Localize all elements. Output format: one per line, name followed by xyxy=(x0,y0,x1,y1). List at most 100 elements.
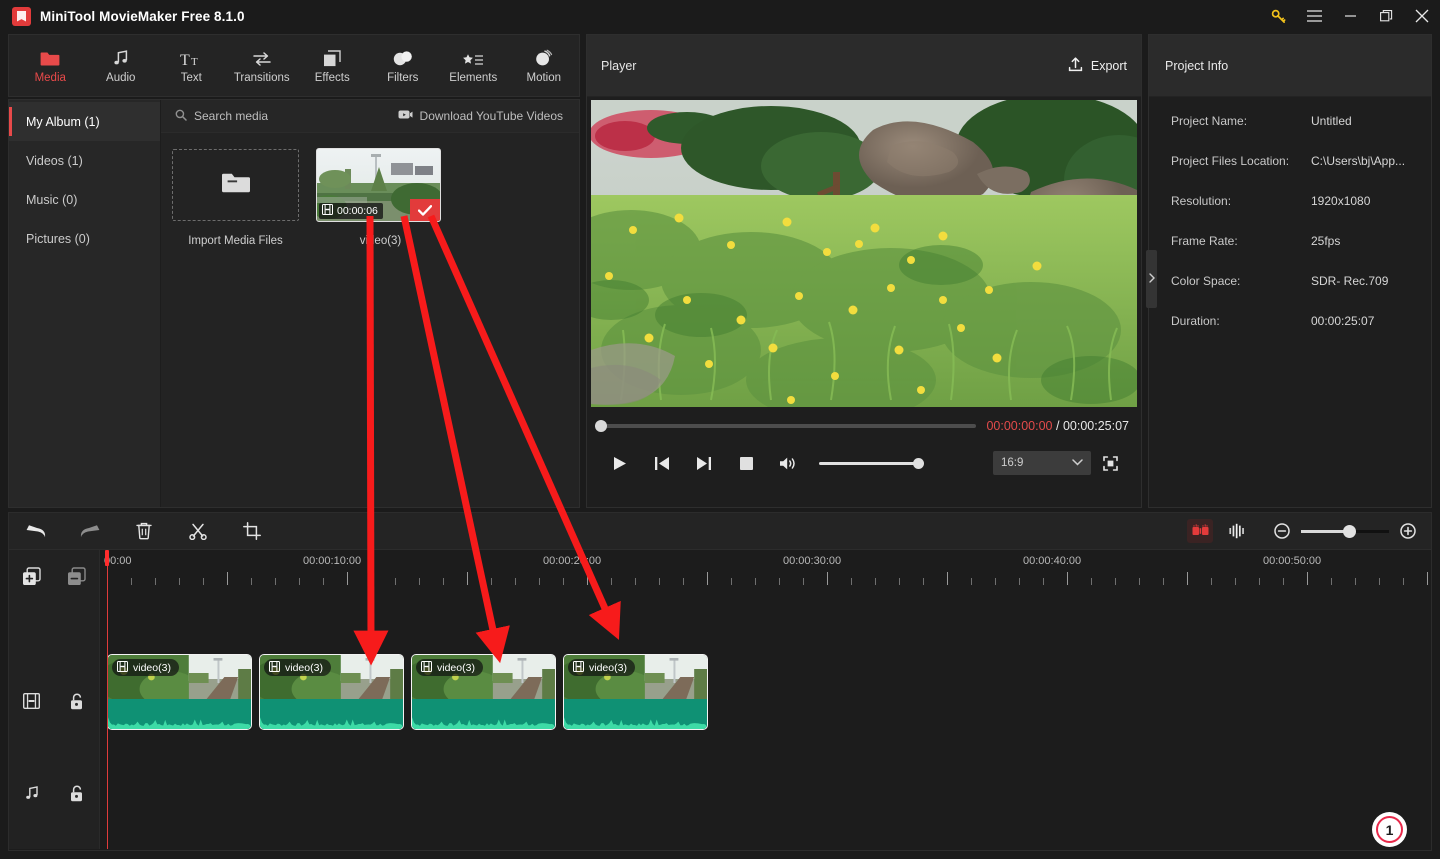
ruler-tick xyxy=(515,578,516,585)
player-title: Player xyxy=(601,58,637,73)
close-icon[interactable] xyxy=(1404,0,1440,32)
import-media-files-button[interactable] xyxy=(172,149,299,221)
tab-transitions[interactable]: Transitions xyxy=(227,36,298,96)
ruler-tick xyxy=(587,572,588,585)
tab-effects[interactable]: Effects xyxy=(297,36,368,96)
search-input[interactable]: Search media xyxy=(161,109,268,124)
playhead-handle[interactable] xyxy=(105,550,109,566)
audio-track-lock-button[interactable] xyxy=(54,785,99,802)
media-panel: My Album (1) Videos (1) Music (0) Pictur… xyxy=(8,99,580,508)
unlock-icon xyxy=(71,693,82,709)
film-strip-icon xyxy=(9,693,54,709)
delete-button[interactable] xyxy=(117,513,171,549)
volume-button[interactable] xyxy=(767,448,809,478)
ruler-tick xyxy=(1043,578,1044,585)
filters-drops-icon xyxy=(393,47,413,67)
media-item[interactable]: 00:00:06 video(3) xyxy=(316,148,444,247)
menu-icon[interactable] xyxy=(1296,0,1332,32)
redo-button[interactable] xyxy=(63,513,117,549)
info-value: Untitled xyxy=(1311,114,1352,128)
tab-label-transitions: Transitions xyxy=(233,72,290,84)
timeline-clip[interactable]: video(3) xyxy=(411,654,556,730)
ruler-tick xyxy=(1211,578,1212,585)
sidebar-item-pictures[interactable]: Pictures (0) xyxy=(9,219,160,258)
timeline-clip[interactable]: video(3) xyxy=(107,654,252,730)
media-toolbar: Search media Download YouTube Videos xyxy=(161,100,579,133)
ruler-tick xyxy=(1259,578,1260,585)
download-youtube-videos-button[interactable]: Download YouTube Videos xyxy=(398,109,579,123)
ruler-tick xyxy=(251,578,252,585)
export-button[interactable]: Export xyxy=(1068,56,1127,75)
media-selected-check[interactable] xyxy=(410,199,440,221)
add-track-icon[interactable] xyxy=(9,566,54,586)
next-frame-button[interactable] xyxy=(683,448,725,478)
timeline-ruler[interactable]: 00:00 00:00:10:00 00:00:20:00 00:00:30:0… xyxy=(100,550,1431,596)
media-thumbnail[interactable]: 00:00:06 xyxy=(316,148,441,222)
zoom-slider-fill xyxy=(1301,529,1349,533)
fullscreen-icon xyxy=(1102,455,1118,471)
tab-label-text: Text xyxy=(180,72,202,84)
film-strip-icon xyxy=(117,660,128,675)
tab-media[interactable]: Media xyxy=(15,36,86,96)
timeline-header-actions xyxy=(9,556,100,596)
minimize-icon[interactable] xyxy=(1332,0,1368,32)
ruler-tick xyxy=(1355,578,1356,585)
tab-filters[interactable]: Filters xyxy=(368,36,439,96)
collapse-panel-button[interactable] xyxy=(1146,250,1157,308)
aspect-ratio-select[interactable]: 16:9 xyxy=(993,451,1091,475)
restore-icon[interactable] xyxy=(1368,0,1404,32)
remove-track-icon[interactable] xyxy=(54,566,99,586)
zoom-out-button[interactable] xyxy=(1271,520,1293,542)
zoom-slider[interactable] xyxy=(1301,524,1389,538)
timeline-clip[interactable]: video(3) xyxy=(563,654,708,730)
download-youtube-label: Download YouTube Videos xyxy=(419,109,563,123)
crop-button[interactable] xyxy=(225,513,279,549)
stop-icon xyxy=(739,456,753,470)
sidebar-item-my-album[interactable]: My Album (1) xyxy=(9,102,160,141)
sidebar-item-videos[interactable]: Videos (1) xyxy=(9,141,160,180)
chevron-right-icon xyxy=(1148,273,1155,285)
ruler-tick xyxy=(491,578,492,585)
aspect-ratio-value: 16:9 xyxy=(1001,457,1024,469)
tab-label-motion: Motion xyxy=(526,72,562,84)
previous-frame-button[interactable] xyxy=(641,448,683,478)
ruler-tick xyxy=(395,578,396,585)
ruler-tick xyxy=(1139,578,1140,585)
zoom-in-button[interactable] xyxy=(1397,520,1419,542)
ruler-tick xyxy=(707,572,708,585)
tab-text[interactable]: TT Text xyxy=(156,36,227,96)
tab-elements[interactable]: Elements xyxy=(438,36,509,96)
split-button[interactable] xyxy=(171,513,225,549)
volume-slider[interactable] xyxy=(819,457,924,469)
seek-handle[interactable] xyxy=(595,420,607,432)
tab-label-media: Media xyxy=(34,72,66,84)
info-value: 25fps xyxy=(1311,234,1341,248)
motion-sphere-icon xyxy=(534,47,553,67)
license-key-icon[interactable] xyxy=(1260,0,1296,32)
tab-audio[interactable]: Audio xyxy=(86,36,157,96)
fullscreen-button[interactable] xyxy=(1091,448,1129,478)
video-track-header xyxy=(9,678,100,724)
info-value: C:\Users\bj\App... xyxy=(1311,154,1406,168)
info-key: Color Space: xyxy=(1171,274,1241,288)
audio-detach-button[interactable] xyxy=(1223,519,1249,543)
tab-label-audio: Audio xyxy=(106,72,136,84)
clip-name: video(3) xyxy=(133,661,171,674)
timeline-clip[interactable]: video(3) xyxy=(259,654,404,730)
stop-button[interactable] xyxy=(725,448,767,478)
split-markers-button[interactable] xyxy=(1187,519,1213,543)
info-row-duration: Duration: 00:00:25:07 xyxy=(1171,311,1431,331)
tab-motion[interactable]: Motion xyxy=(509,36,580,96)
play-button[interactable] xyxy=(599,448,641,478)
zoom-slider-handle[interactable] xyxy=(1343,524,1356,538)
crop-icon xyxy=(243,522,261,540)
volume-handle[interactable] xyxy=(913,457,924,469)
sidebar-item-music[interactable]: Music (0) xyxy=(9,180,160,219)
ruler-tick xyxy=(683,578,684,585)
video-frame[interactable] xyxy=(591,99,1137,407)
video-track-lock-button[interactable] xyxy=(54,693,99,710)
seek-slider[interactable] xyxy=(595,420,977,432)
undo-button[interactable] xyxy=(9,513,63,549)
time-display: 00:00:00:00 / 00:00:25:07 xyxy=(986,419,1129,433)
media-grid: Import Media Files 00:00:06 video(3) xyxy=(161,133,579,507)
